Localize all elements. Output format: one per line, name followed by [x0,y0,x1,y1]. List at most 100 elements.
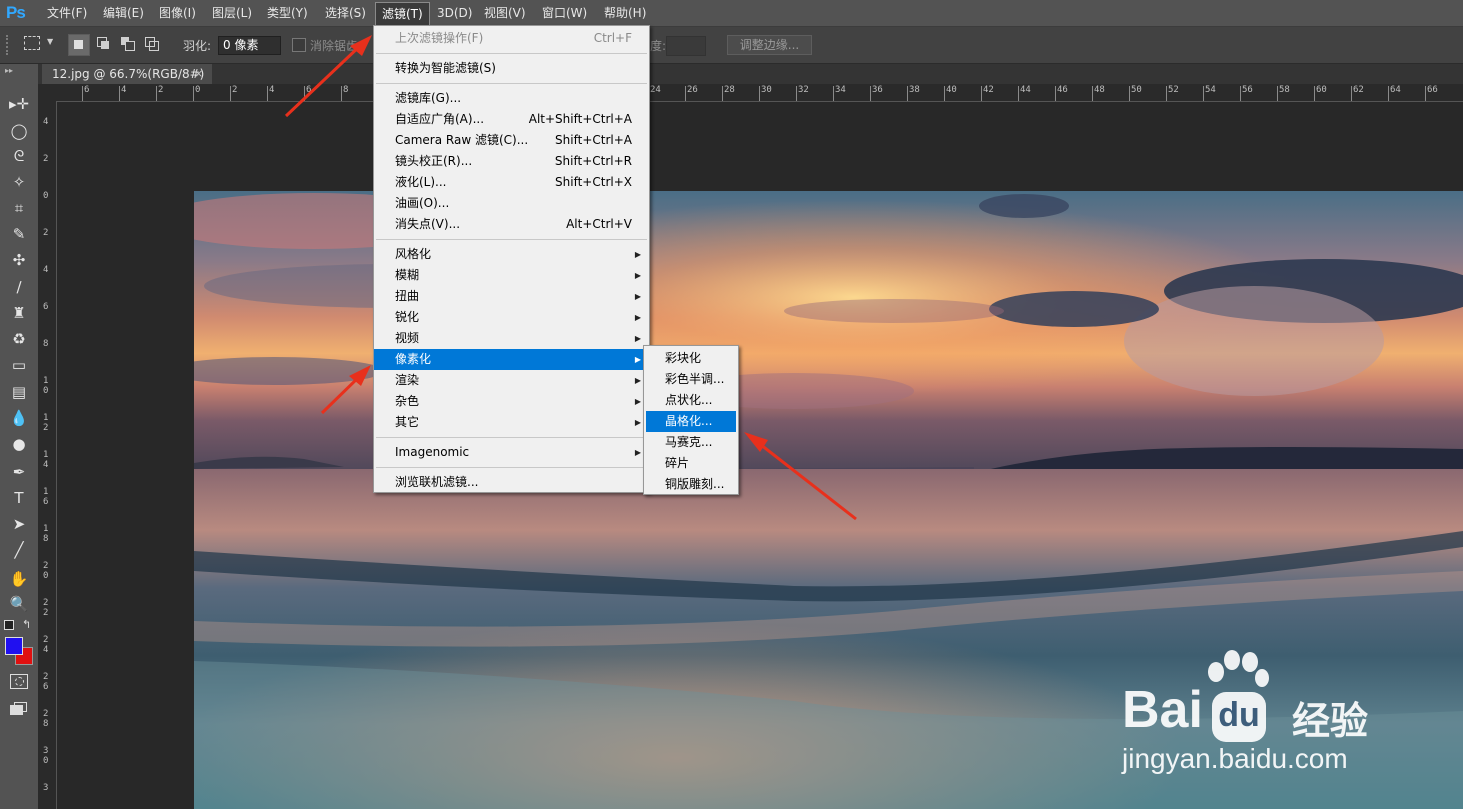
magic-wand-icon[interactable]: ✧ [9,172,29,192]
filter-menu-item[interactable]: 滤镜库(G)... [374,88,649,109]
subtract-selection-button[interactable] [118,34,138,54]
ellipse-marquee-icon[interactable]: ◯ [9,121,29,141]
filter-menu-item[interactable]: Imagenomic ▶ [374,442,649,463]
filter-menu-item[interactable]: 视频 ▶ [374,328,649,349]
crop-icon[interactable]: ⌗ [9,198,29,218]
menu-item[interactable]: 窗口(W) [536,0,593,26]
add-selection-button[interactable] [94,34,114,54]
menu-item[interactable]: 帮助(H) [598,0,652,26]
menu-item-label: Camera Raw 滤镜(C)... [395,133,529,147]
dodge-icon[interactable]: ● [9,434,29,454]
lasso-icon[interactable]: ᘓ [9,146,29,166]
ruler-tick: 48 [1094,85,1105,95]
menu-item[interactable]: 图层(L) [206,0,258,26]
foreground-color-swatch[interactable] [5,637,23,655]
screen-mode-icon[interactable] [10,702,27,715]
eraser-icon[interactable]: ▭ [9,355,29,375]
intersect-selection-button[interactable] [142,34,162,54]
pixelate-menu-item[interactable]: 碎片 [646,453,736,474]
pen-icon[interactable]: ✒ [9,462,29,482]
filter-menu-item[interactable]: 浏览联机滤镜... [374,472,649,493]
ruler-tick: 12 [43,413,49,433]
pixelate-menu-item[interactable]: 晶格化... [646,411,736,432]
submenu-arrow-icon: ▶ [634,418,641,427]
ruler-tick: 6 [43,302,49,312]
menu-item-label: 转换为智能滤镜(S) [395,61,496,75]
menu-separator [376,83,647,84]
quick-mask-icon[interactable] [10,674,28,689]
gradient-icon[interactable]: ▤ [9,382,29,402]
move-icon[interactable]: ▸✛ [9,94,29,114]
filter-menu-item[interactable]: Camera Raw 滤镜(C)... Shift+Ctrl+A [374,130,649,151]
menu-item-label: 像素化 [395,352,432,366]
eyedropper-icon[interactable]: ✎ [9,224,29,244]
menu-item-label: 点状化... [665,393,713,407]
menu-item[interactable]: 图像(I) [153,0,202,26]
filter-menu-item[interactable]: 液化(L)... Shift+Ctrl+X [374,172,649,193]
filter-menu-item[interactable]: 风格化 ▶ [374,244,649,265]
close-icon[interactable]: × [194,64,203,84]
ruler-tick-line [156,86,157,101]
stamp-icon[interactable]: ♜ [9,303,29,323]
swap-colors-icon[interactable]: ↰ [22,618,31,631]
chevron-down-icon[interactable]: ▼ [47,37,53,46]
pixelate-menu-item[interactable]: 彩色半调... [646,369,736,390]
type-icon[interactable]: T [9,488,29,508]
healing-brush-icon[interactable]: ✣ [9,250,29,270]
filter-menu-item[interactable]: 自适应广角(A)... Alt+Shift+Ctrl+A [374,109,649,130]
menu-item[interactable]: 编辑(E) [97,0,150,26]
feather-input[interactable]: 0 像素 [218,36,281,55]
pixelate-menu-item[interactable]: 彩块化 [646,348,736,369]
filter-menu-item[interactable]: 油画(O)... [374,193,649,214]
ruler-tick-line [1018,86,1019,101]
ruler-tick: 4 [43,265,49,275]
document-tab[interactable]: 12.jpg @ 66.7%(RGB/8#) × [42,64,212,84]
menu-item-label: 锐化 [395,310,420,324]
filter-menu-item[interactable]: 渲染 ▶ [374,370,649,391]
filter-menu-item[interactable]: 镜头校正(R)... Shift+Ctrl+R [374,151,649,172]
menu-item-label: 镜头校正(R)... [395,154,473,168]
refine-edge-button[interactable]: 调整边缘... [727,35,812,55]
filter-menu-item[interactable]: 像素化 ▶ [374,349,649,370]
zoom-icon[interactable]: 🔍 [9,594,29,614]
filter-menu-item[interactable]: 锐化 ▶ [374,307,649,328]
baidu-du-badge: du [1212,692,1266,742]
history-brush-icon[interactable]: ♻ [9,329,29,349]
marquee-preset-icon[interactable] [24,36,40,50]
filter-menu-item[interactable]: 消失点(V)... Alt+Ctrl+V [374,214,649,235]
ruler-tick: 14 [43,450,49,470]
menu-item-label: 渲染 [395,373,420,387]
menu-item[interactable]: 选择(S) [319,0,372,26]
menu-item-label: 彩块化 [665,351,702,365]
line-icon[interactable]: ╱ [9,540,29,560]
ruler-tick-line [907,86,908,101]
menu-item[interactable]: 文件(F) [41,0,93,26]
menu-item-label: 消失点(V)... [395,217,461,231]
brush-icon[interactable]: ∕ [9,277,29,297]
menu-item[interactable]: 滤镜(T) [375,2,430,27]
ruler-tick-line [1166,86,1167,101]
filter-menu-item[interactable]: 其它 ▶ [374,412,649,433]
menu-item-label: 马赛克... [665,435,713,449]
height-input[interactable] [666,36,706,56]
ruler-tick: 28 [43,709,49,729]
filter-menu-item[interactable]: 扭曲 ▶ [374,286,649,307]
default-colors-icon[interactable] [4,620,14,630]
pixelate-menu-item[interactable]: 铜版雕刻... [646,474,736,495]
antialias-checkbox[interactable] [292,38,306,52]
filter-menu-item[interactable]: 模糊 ▶ [374,265,649,286]
menu-item[interactable]: 类型(Y) [261,0,314,26]
ruler-tick: 8 [43,339,49,349]
blur-icon[interactable]: 💧 [9,408,29,428]
menu-item[interactable]: 视图(V) [478,0,532,26]
pixelate-menu-item[interactable]: 马赛克... [646,432,736,453]
path-select-icon[interactable]: ➤ [9,514,29,534]
new-selection-button[interactable] [68,34,90,56]
filter-menu-item[interactable]: 转换为智能滤镜(S) [374,58,649,79]
pixelate-menu-item[interactable]: 点状化... [646,390,736,411]
collapse-panel-icon[interactable]: ▸▸ [5,66,13,75]
hand-icon[interactable]: ✋ [9,569,29,589]
menu-item[interactable]: 3D(D) [431,0,478,26]
filter-menu-item[interactable]: 杂色 ▶ [374,391,649,412]
ruler-tick: 30 [43,746,49,766]
